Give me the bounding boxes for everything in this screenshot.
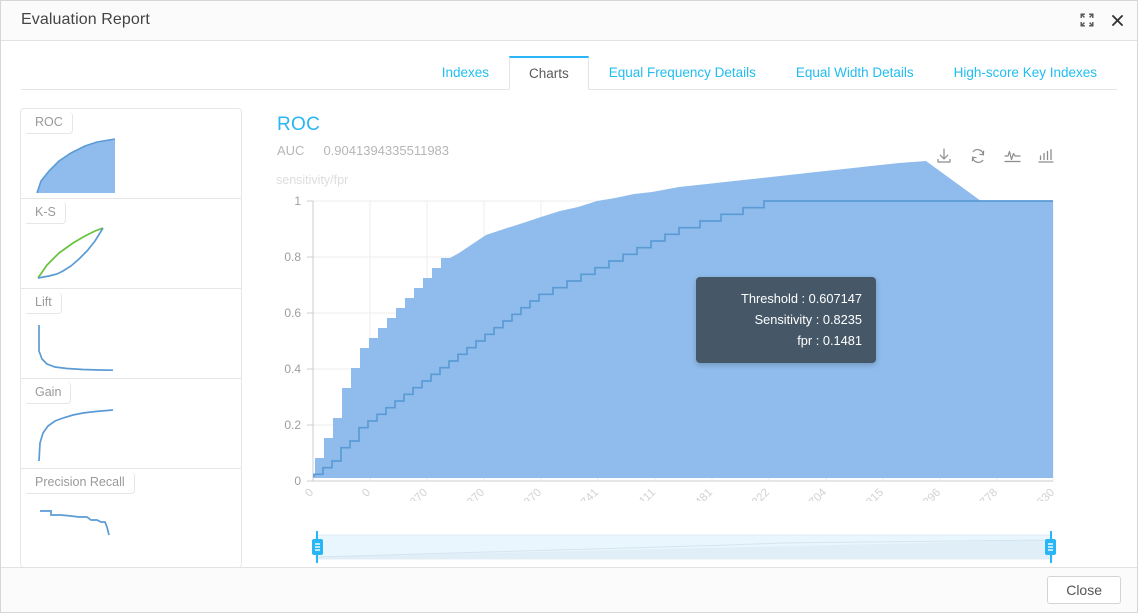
tooltip-sensitivity: Sensitivity : 0.8235 [754, 312, 862, 327]
svg-text:0.0370: 0.0370 [397, 487, 430, 501]
evaluation-report-dialog: Evaluation Report Indexes Charts Equal F… [0, 0, 1138, 613]
y-tick-marks [307, 200, 313, 482]
sidebar-item-label: K-S [26, 202, 66, 224]
tab-bar: Indexes Charts Equal Frequency Details E… [21, 42, 1117, 90]
lift-thumbnail-chart [38, 325, 114, 372]
roc-plot: 1 0.8 0.6 0.4 0.2 0 0 0 0.0370 0.0370 0.… [263, 101, 1119, 501]
tab-equal-frequency-details[interactable]: Equal Frequency Details [589, 55, 776, 89]
chart-panel: ROC AUC 0.9041394335511983 sensitivity/fp… [263, 101, 1119, 569]
ks-thumbnail-chart [37, 227, 104, 279]
svg-text:0.9630: 0.9630 [1024, 487, 1057, 501]
close-icon[interactable] [1107, 10, 1127, 30]
svg-text:0: 0 [360, 487, 373, 500]
sidebar-item-lift[interactable]: Lift [21, 289, 241, 379]
svg-text:0.6: 0.6 [284, 306, 301, 320]
tab-list: Indexes Charts Equal Frequency Details E… [422, 55, 1117, 90]
svg-text:0.7778: 0.7778 [967, 487, 1000, 501]
close-button[interactable]: Close [1047, 576, 1121, 604]
tab-high-score-key-indexes[interactable]: High-score Key Indexes [934, 55, 1117, 89]
datazoom-svg[interactable] [310, 531, 1058, 563]
chart-thumbnail-list: ROC K-S Lift Gain Precision Recall [20, 108, 242, 568]
svg-text:0.0370: 0.0370 [511, 487, 544, 501]
tooltip-threshold: Threshold : 0.607147 [741, 291, 862, 306]
svg-text:0.3704: 0.3704 [796, 486, 830, 501]
dialog-footer: Close [1, 567, 1137, 612]
tab-charts[interactable]: Charts [509, 56, 589, 90]
precision-recall-thumbnail-chart [40, 510, 110, 536]
sidebar-item-precision-recall[interactable]: Precision Recall [21, 469, 241, 567]
y-axis-labels: 1 0.8 0.6 0.4 0.2 0 [284, 194, 301, 488]
chart-tooltip: Threshold : 0.607147 Sensitivity : 0.823… [696, 277, 876, 363]
tab-indexes[interactable]: Indexes [422, 55, 509, 89]
dialog-title: Evaluation Report [21, 11, 150, 28]
dialog-titlebar: Evaluation Report [1, 1, 1137, 41]
datazoom-selection [316, 535, 1052, 559]
svg-text:1: 1 [294, 194, 301, 208]
datazoom-slider[interactable] [310, 531, 1058, 563]
svg-text:0.2: 0.2 [284, 418, 301, 432]
tab-equal-width-details[interactable]: Equal Width Details [776, 55, 934, 89]
svg-text:0.0741: 0.0741 [568, 487, 601, 501]
sidebar-item-ks[interactable]: K-S [21, 199, 241, 289]
svg-text:0: 0 [303, 487, 316, 500]
roc-thumbnail-chart [36, 138, 116, 194]
svg-text:0.1481: 0.1481 [682, 487, 715, 501]
gain-thumbnail-chart [38, 409, 114, 462]
sidebar-item-label: Gain [26, 382, 72, 404]
svg-text:0.4: 0.4 [284, 362, 301, 376]
sidebar-item-label: Precision Recall [26, 472, 135, 494]
svg-text:0.8: 0.8 [284, 250, 301, 264]
sidebar-item-label: ROC [26, 112, 73, 134]
x-axis-labels: 0 0 0.0370 0.0370 0.0370 0.0741 0.1111 0… [303, 486, 1057, 501]
expand-icon[interactable] [1077, 10, 1097, 30]
svg-text:0.1111: 0.1111 [627, 487, 659, 501]
tooltip-fpr: fpr : 0.1481 [797, 333, 862, 348]
sidebar-item-label: Lift [26, 292, 62, 314]
svg-text:0.0370: 0.0370 [454, 487, 487, 501]
sidebar-item-gain[interactable]: Gain [21, 379, 241, 469]
svg-text:0.6296: 0.6296 [910, 487, 943, 501]
window-controls [1077, 10, 1127, 30]
svg-text:0.4815: 0.4815 [853, 487, 886, 501]
svg-text:0: 0 [294, 474, 301, 488]
roc-plot-svg: 1 0.8 0.6 0.4 0.2 0 0 0 0.0370 0.0370 0.… [284, 161, 1057, 501]
svg-text:0.2222: 0.2222 [739, 487, 772, 501]
sidebar-item-roc[interactable]: ROC [21, 109, 241, 199]
